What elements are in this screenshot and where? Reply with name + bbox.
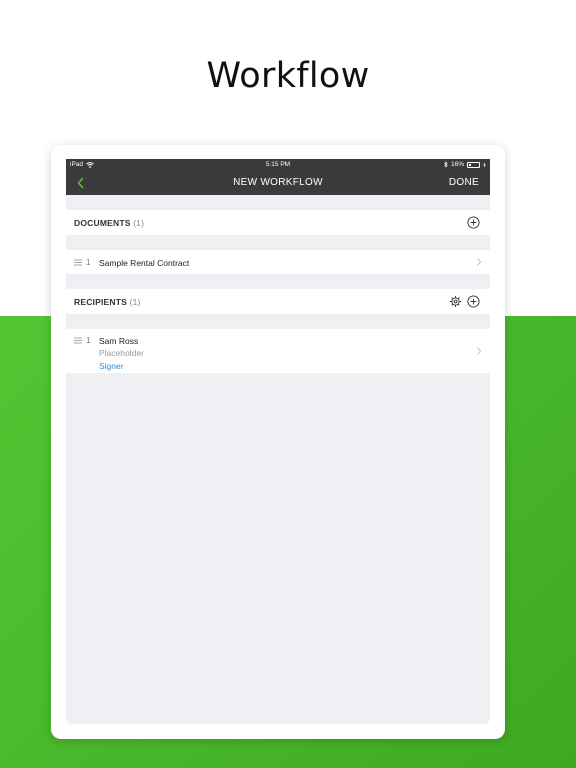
nav-bar: NEW WORKFLOW DONE bbox=[66, 171, 490, 195]
add-recipient-icon[interactable] bbox=[467, 295, 480, 308]
recipient-index: 1 bbox=[86, 336, 91, 345]
recipients-count: (1) bbox=[129, 297, 141, 307]
chevron-right-icon bbox=[477, 347, 482, 355]
documents-header: DOCUMENTS (1) bbox=[66, 210, 490, 235]
add-document-icon[interactable] bbox=[467, 216, 480, 229]
tablet-frame: iPad 5:15 PM 16% NEW WORKFLOW DONE DOCUM… bbox=[51, 145, 505, 739]
recipient-row[interactable]: 1 Sam Ross Placeholder Signer bbox=[66, 329, 490, 373]
recipient-role-link[interactable]: Signer bbox=[99, 361, 124, 371]
status-time: 5:15 PM bbox=[265, 161, 291, 168]
document-row[interactable]: 1 Sample Rental Contract bbox=[66, 250, 490, 274]
documents-count: (1) bbox=[133, 218, 145, 228]
drag-handle-icon[interactable] bbox=[74, 259, 82, 266]
done-button[interactable]: DONE bbox=[449, 177, 479, 188]
recipient-type: Placeholder bbox=[99, 348, 144, 358]
nav-title: NEW WORKFLOW bbox=[233, 177, 323, 188]
drag-handle-icon[interactable] bbox=[74, 337, 82, 344]
charging-icon bbox=[483, 161, 486, 168]
gear-icon[interactable] bbox=[449, 295, 462, 308]
status-bar: iPad 5:15 PM 16% bbox=[66, 159, 490, 171]
battery-icon bbox=[467, 161, 480, 168]
recipients-label: RECIPIENTS bbox=[74, 297, 128, 307]
recipients-header: RECIPIENTS (1) bbox=[66, 289, 490, 314]
page-headline: Workflow bbox=[206, 56, 370, 96]
document-index: 1 bbox=[86, 258, 91, 267]
documents-label: DOCUMENTS bbox=[74, 218, 131, 228]
app-screen: iPad 5:15 PM 16% NEW WORKFLOW DONE DOCUM… bbox=[66, 159, 490, 724]
bluetooth-icon bbox=[444, 161, 448, 168]
document-name: Sample Rental Contract bbox=[99, 258, 190, 268]
chevron-right-icon bbox=[477, 258, 482, 266]
recipient-name: Sam Ross bbox=[99, 336, 139, 346]
battery-percent: 16% bbox=[450, 161, 464, 168]
